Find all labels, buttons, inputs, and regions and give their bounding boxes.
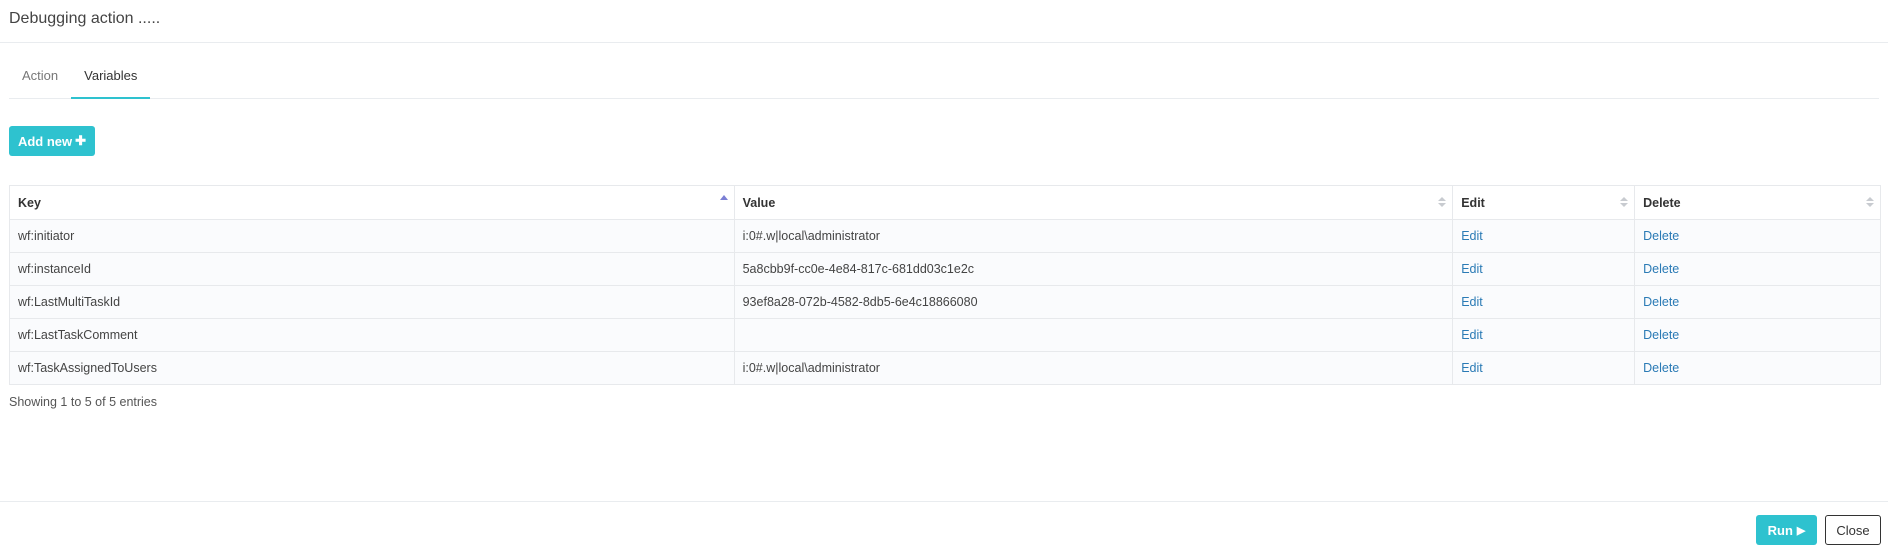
cell-key: wf:LastTaskComment xyxy=(9,318,735,352)
cell-value xyxy=(733,318,1454,352)
cell-key: wf:instanceId xyxy=(9,252,735,286)
cell-key: wf:LastMultiTaskId xyxy=(9,285,735,319)
tab-bar: Action Variables xyxy=(9,60,1879,99)
column-header-delete[interactable]: Delete xyxy=(1634,185,1881,220)
table-row: wf:instanceId 5a8cbb9f-cc0e-4e84-817c-68… xyxy=(9,252,1881,286)
column-label-edit: Edit xyxy=(1461,195,1485,210)
cell-key: wf:TaskAssignedToUsers xyxy=(9,351,735,385)
delete-link[interactable]: Delete xyxy=(1643,295,1679,309)
sort-both-icon xyxy=(1866,197,1874,207)
tab-action[interactable]: Action xyxy=(9,60,71,97)
dialog-footer-divider xyxy=(0,501,1888,502)
add-new-button[interactable]: Add new ✚ xyxy=(9,126,95,156)
plus-icon: ✚ xyxy=(75,133,87,148)
delete-link[interactable]: Delete xyxy=(1643,361,1679,375)
run-button[interactable]: Run ▶ xyxy=(1756,515,1817,545)
edit-link[interactable]: Edit xyxy=(1461,229,1483,243)
column-header-edit[interactable]: Edit xyxy=(1452,185,1636,220)
table-row: wf:TaskAssignedToUsers i:0#.w|local\admi… xyxy=(9,351,1881,385)
play-icon: ▶ xyxy=(1796,524,1806,537)
column-header-value[interactable]: Value xyxy=(733,185,1454,220)
dialog-header: Debugging action ..... xyxy=(0,0,1888,43)
column-label-key: Key xyxy=(18,195,41,210)
cell-value: i:0#.w|local\administrator xyxy=(733,219,1454,253)
add-new-label: Add new xyxy=(17,133,73,149)
sort-both-icon xyxy=(1620,197,1629,207)
edit-link[interactable]: Edit xyxy=(1461,295,1483,309)
cell-value: 93ef8a28-072b-4582-8db5-6e4c18866080 xyxy=(733,285,1454,319)
table-row: wf:LastMultiTaskId 93ef8a28-072b-4582-8d… xyxy=(9,285,1881,319)
cell-value: i:0#.w|local\administrator xyxy=(733,351,1454,385)
delete-link[interactable]: Delete xyxy=(1643,262,1679,276)
sort-both-icon xyxy=(1438,197,1447,207)
table-row: wf:initiator i:0#.w|local\administrator … xyxy=(9,219,1881,253)
variables-table: Key Value Edit Delete wf:initiator i:0#.… xyxy=(9,185,1881,385)
table-info: Showing 1 to 5 of 5 entries xyxy=(9,395,158,409)
edit-link[interactable]: Edit xyxy=(1461,361,1483,375)
sort-ascending-icon xyxy=(719,195,728,200)
dialog-title: Debugging action ..... xyxy=(9,10,161,27)
debug-dialog: Debugging action ..... Action Variables … xyxy=(0,0,1888,553)
edit-link[interactable]: Edit xyxy=(1461,328,1483,342)
table-header-row: Key Value Edit Delete xyxy=(9,185,1881,220)
table-row: wf:LastTaskComment Edit Delete xyxy=(9,318,1881,352)
column-label-value: Value xyxy=(742,195,776,210)
edit-link[interactable]: Edit xyxy=(1461,262,1483,276)
column-header-key[interactable]: Key xyxy=(9,185,735,220)
column-label-delete: Delete xyxy=(1643,195,1681,210)
tab-variables[interactable]: Variables xyxy=(71,60,151,99)
close-button[interactable]: Close xyxy=(1825,515,1881,545)
cell-key: wf:initiator xyxy=(9,219,735,253)
delete-link[interactable]: Delete xyxy=(1643,328,1679,342)
delete-link[interactable]: Delete xyxy=(1643,229,1679,243)
cell-value: 5a8cbb9f-cc0e-4e84-817c-681dd03c1e2c xyxy=(733,252,1454,286)
run-label: Run xyxy=(1767,522,1793,538)
